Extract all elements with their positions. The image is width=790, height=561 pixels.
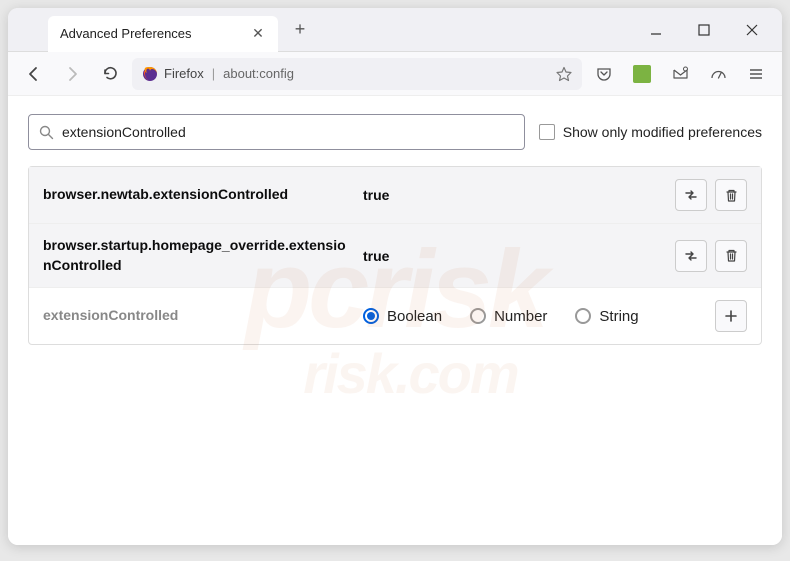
- radio-icon: [363, 308, 379, 324]
- identity-label: Firefox: [164, 66, 204, 81]
- dashboard-icon[interactable]: [702, 58, 734, 90]
- maximize-button[interactable]: [692, 18, 716, 42]
- toggle-button[interactable]: [675, 179, 707, 211]
- preference-list: browser.newtab.extensionControlled true …: [28, 166, 762, 345]
- type-radio-group: Boolean Number String: [363, 308, 705, 325]
- menu-button[interactable]: [740, 58, 772, 90]
- reload-button[interactable]: [94, 58, 126, 90]
- delete-button[interactable]: [715, 240, 747, 272]
- bookmark-star-icon[interactable]: [556, 66, 572, 82]
- checkbox-icon: [539, 124, 555, 140]
- pref-name: browser.newtab.extensionControlled: [43, 185, 353, 205]
- url-text: about:config: [223, 66, 548, 81]
- radio-boolean[interactable]: Boolean: [363, 308, 442, 325]
- tab-active[interactable]: Advanced Preferences ✕: [48, 16, 278, 52]
- page-content: Show only modified preferences browser.n…: [8, 96, 782, 545]
- delete-button[interactable]: [715, 179, 747, 211]
- search-input[interactable]: [62, 124, 514, 140]
- radio-icon: [470, 308, 486, 324]
- radio-number[interactable]: Number: [470, 308, 547, 325]
- pref-value: true: [363, 248, 665, 264]
- radio-label: String: [599, 308, 638, 325]
- show-modified-checkbox[interactable]: Show only modified preferences: [539, 124, 762, 140]
- extension-icon[interactable]: [626, 58, 658, 90]
- url-bar[interactable]: Firefox | about:config: [132, 58, 582, 90]
- nav-toolbar: Firefox | about:config: [8, 52, 782, 96]
- close-window-button[interactable]: [740, 18, 764, 42]
- pocket-icon[interactable]: [588, 58, 620, 90]
- search-row: Show only modified preferences: [28, 114, 762, 150]
- new-pref-row: extensionControlled Boolean Number Strin…: [29, 288, 761, 344]
- firefox-logo-icon: [142, 66, 158, 82]
- pref-value: true: [363, 187, 665, 203]
- radio-label: Boolean: [387, 308, 442, 325]
- new-pref-name: extensionControlled: [43, 306, 353, 326]
- pref-row: browser.startup.homepage_override.extens…: [29, 224, 761, 288]
- pref-actions: [675, 240, 747, 272]
- radio-string[interactable]: String: [575, 308, 638, 325]
- checkbox-label-text: Show only modified preferences: [563, 124, 762, 140]
- close-tab-icon[interactable]: ✕: [250, 26, 266, 42]
- forward-button[interactable]: [56, 58, 88, 90]
- search-box[interactable]: [28, 114, 525, 150]
- tab-title: Advanced Preferences: [60, 26, 250, 41]
- url-divider: |: [212, 66, 215, 81]
- add-button[interactable]: [715, 300, 747, 332]
- new-tab-button[interactable]: +: [286, 16, 314, 44]
- mail-icon[interactable]: [664, 58, 696, 90]
- window-controls: [644, 18, 782, 42]
- radio-label: Number: [494, 308, 547, 325]
- back-button[interactable]: [18, 58, 50, 90]
- pref-actions: [675, 179, 747, 211]
- titlebar: Advanced Preferences ✕ +: [8, 8, 782, 52]
- minimize-button[interactable]: [644, 18, 668, 42]
- search-icon: [39, 125, 54, 140]
- browser-window: Advanced Preferences ✕ + Firefox | about…: [8, 8, 782, 545]
- site-identity[interactable]: Firefox: [142, 66, 204, 82]
- pref-row: browser.newtab.extensionControlled true: [29, 167, 761, 224]
- radio-icon: [575, 308, 591, 324]
- pref-name: browser.startup.homepage_override.extens…: [43, 236, 353, 275]
- toggle-button[interactable]: [675, 240, 707, 272]
